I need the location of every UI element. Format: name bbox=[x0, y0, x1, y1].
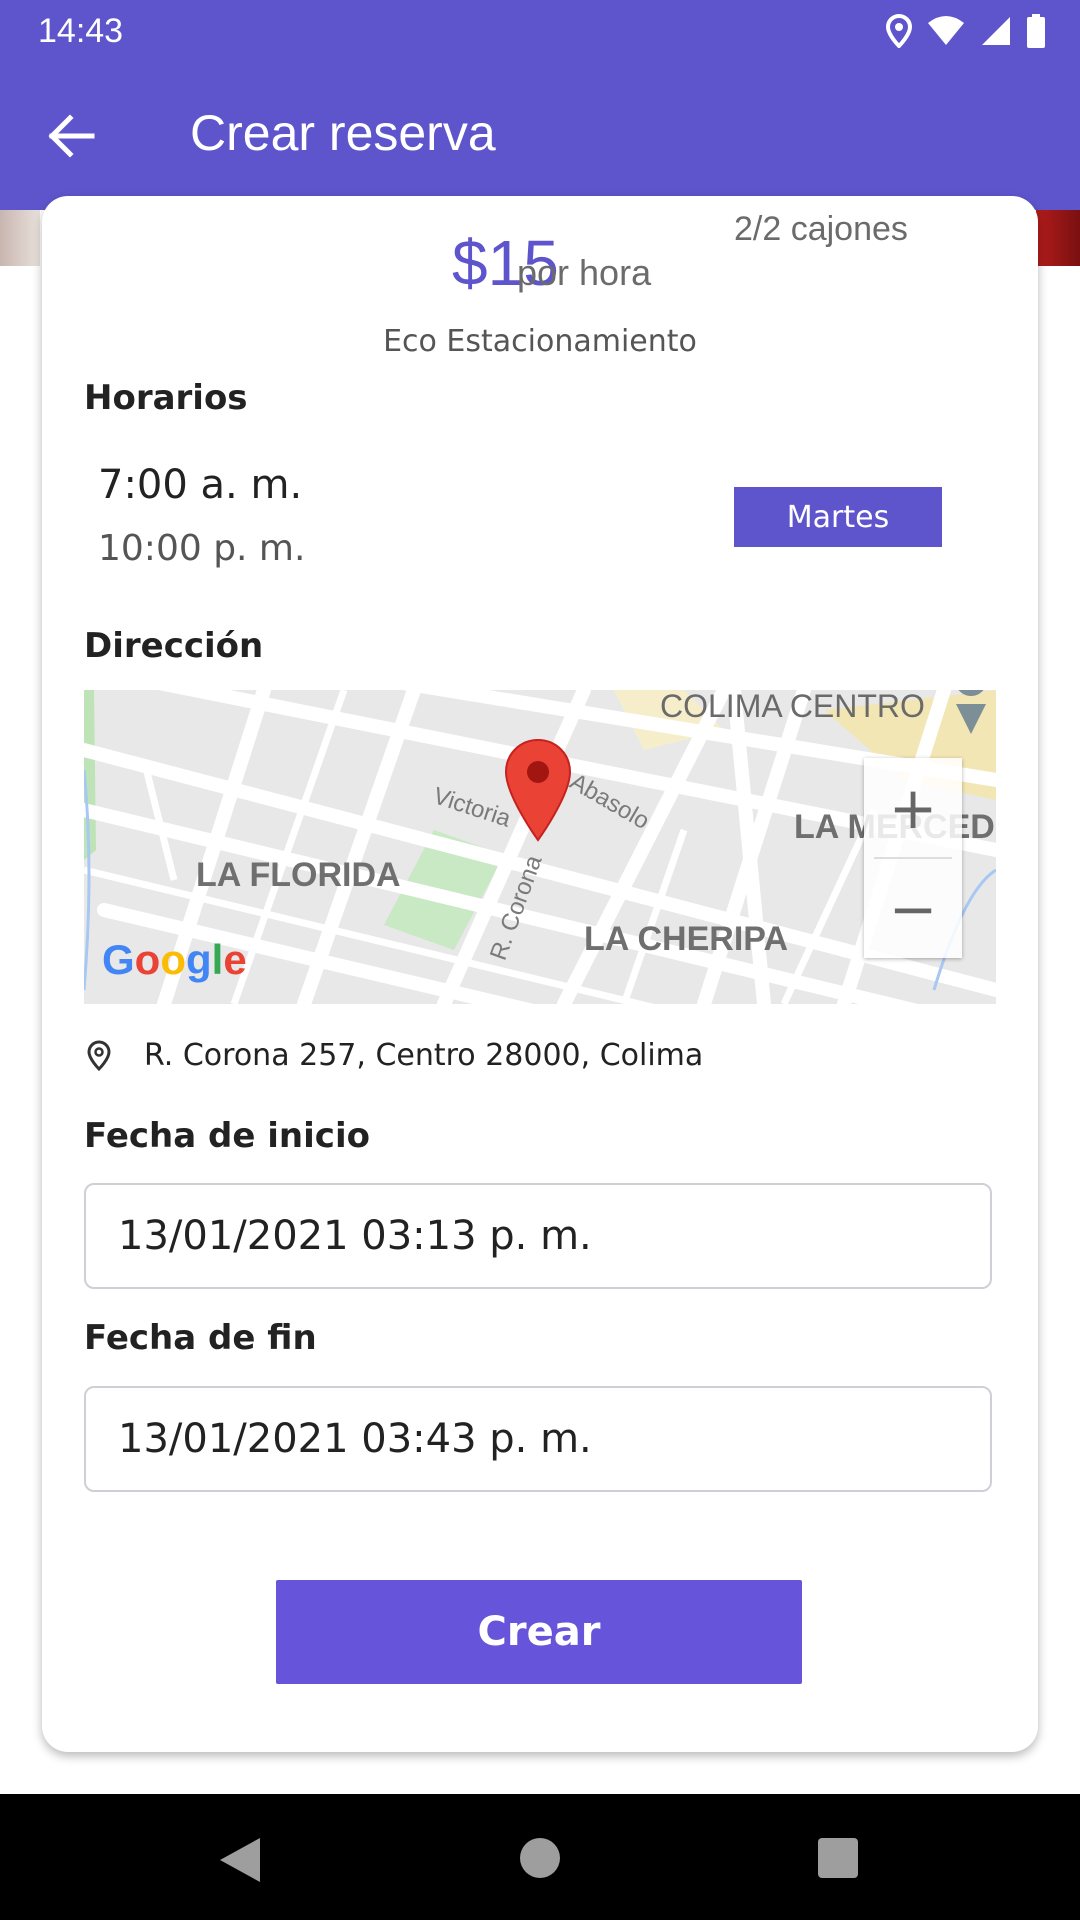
address-label: Dirección bbox=[84, 626, 264, 666]
status-bar: 14:43 bbox=[0, 0, 1080, 64]
google-logo: Google bbox=[102, 936, 247, 983]
map-view[interactable]: COLIMA CENTRO LA MERCED LA FLORIDA LA CH… bbox=[84, 690, 996, 1004]
nav-home-icon[interactable] bbox=[520, 1838, 560, 1878]
map-label-la-florida: LA FLORIDA bbox=[196, 856, 401, 894]
start-date-label: Fecha de inicio bbox=[84, 1116, 370, 1156]
map-label-colima-centro: COLIMA CENTRO bbox=[660, 690, 925, 724]
map-pin-icon bbox=[504, 738, 572, 842]
location-pin-icon bbox=[87, 1039, 111, 1071]
price-unit: por hora bbox=[517, 252, 652, 293]
day-chip: Martes bbox=[734, 487, 942, 547]
parking-name: Eco Estacionamiento bbox=[383, 324, 697, 359]
zoom-out-button[interactable]: − bbox=[864, 859, 962, 958]
address-text: R. Corona 257, Centro 28000, Colima bbox=[144, 1038, 704, 1073]
schedule-label: Horarios bbox=[84, 378, 248, 418]
battery-icon bbox=[1027, 14, 1045, 48]
zoom-controls: + − bbox=[864, 758, 962, 958]
status-time: 14:43 bbox=[38, 12, 124, 50]
background-image-right bbox=[1036, 210, 1080, 266]
end-date-field[interactable]: 13/01/2021 03:43 p. m. bbox=[84, 1386, 992, 1492]
signal-icon bbox=[982, 17, 1010, 45]
background-image-left bbox=[0, 210, 40, 266]
address-row: R. Corona 257, Centro 28000, Colima bbox=[84, 1038, 703, 1073]
start-date-field[interactable]: 13/01/2021 03:13 p. m. bbox=[84, 1183, 992, 1289]
schedule-end: 10:00 p. m. bbox=[98, 528, 306, 569]
app-bar: Crear reserva bbox=[0, 64, 1080, 210]
end-date-label: Fecha de fin bbox=[84, 1318, 317, 1358]
available-spaces: 2/2 cajones bbox=[734, 210, 908, 248]
location-icon bbox=[886, 14, 912, 48]
navigation-bar bbox=[0, 1794, 1080, 1920]
back-arrow-icon[interactable] bbox=[40, 106, 100, 166]
map-label-la-cheripa: LA CHERIPA bbox=[584, 920, 788, 958]
schedule-start: 7:00 a. m. bbox=[98, 462, 303, 508]
nav-recents-icon[interactable] bbox=[818, 1838, 858, 1878]
reservation-card: $15 por hora 2/2 cajones Eco Estacionami… bbox=[42, 196, 1038, 1752]
create-button[interactable]: Crear bbox=[276, 1580, 802, 1684]
page-title: Crear reserva bbox=[190, 105, 496, 161]
nav-back-icon[interactable] bbox=[218, 1836, 262, 1884]
wifi-icon bbox=[928, 16, 964, 45]
zoom-in-button[interactable]: + bbox=[864, 758, 962, 857]
status-icons bbox=[886, 14, 1046, 48]
